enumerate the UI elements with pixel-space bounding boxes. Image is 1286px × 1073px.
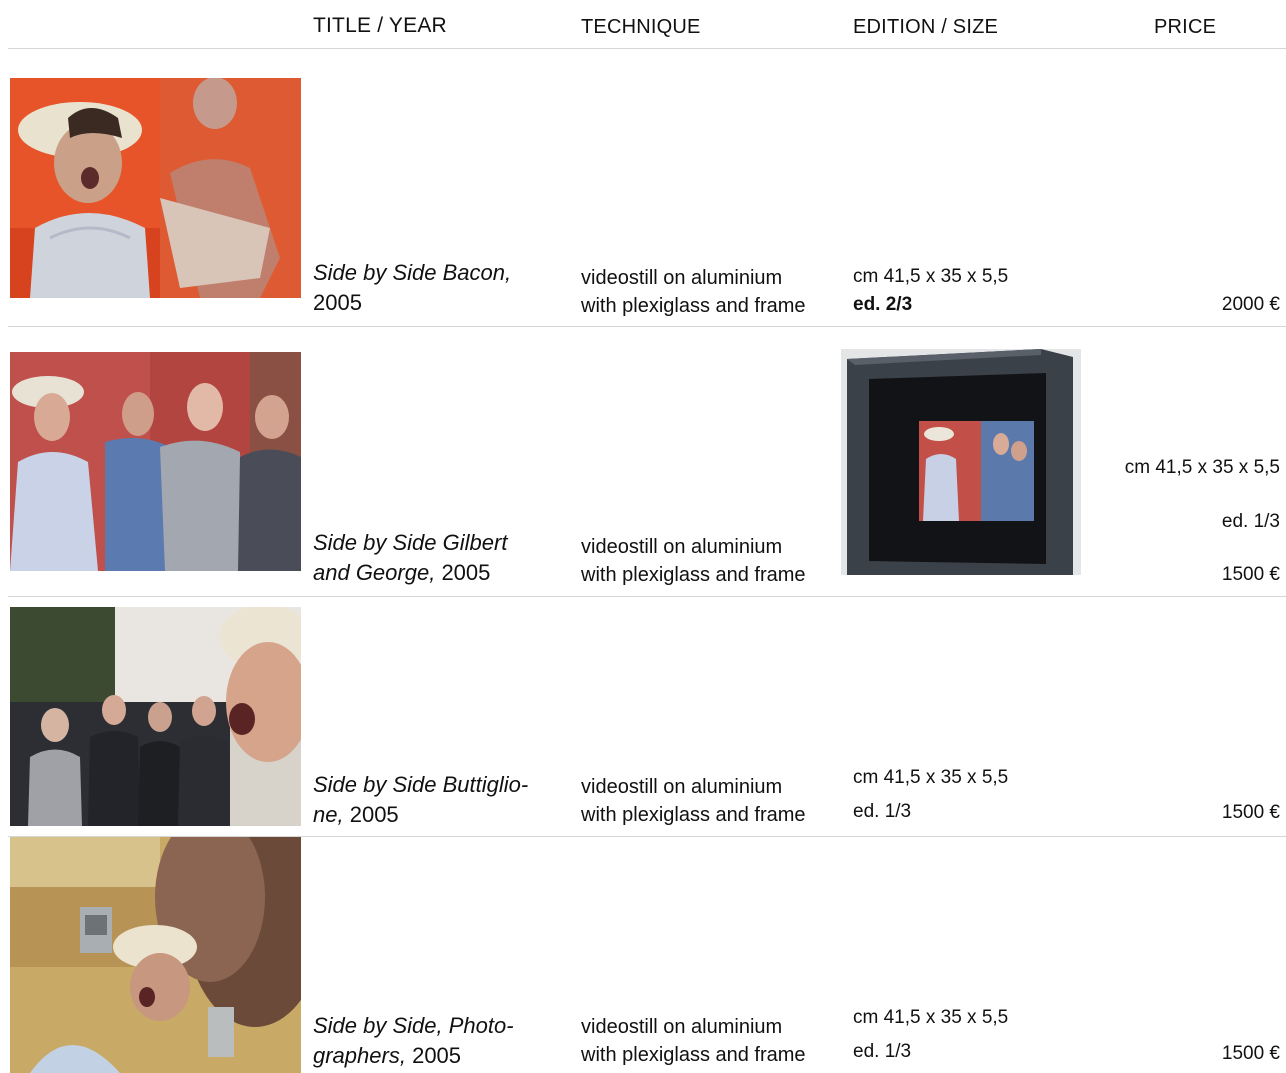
row-divider	[8, 596, 1286, 597]
header-edition-size: EDITION / SIZE	[853, 16, 999, 38]
artwork-title-photographers: Side by Side, Photo-graphers, 2005	[313, 1013, 514, 1068]
artwork-edition-gilbert-george: ed. 1/3	[1221, 511, 1280, 532]
artwork-price-photographers: 1500 €	[1221, 1043, 1280, 1064]
header-title-year: TITLE / YEAR	[313, 14, 447, 37]
artwork-edition-buttiglione: cm 41,5 x 35 x 5,5 ed. 1/3	[853, 764, 1008, 826]
artwork-price-buttiglione: 1500 €	[1221, 802, 1280, 823]
header-technique: TECHNIQUE	[581, 16, 701, 38]
artwork-edition-photographers: cm 41,5 x 35 x 5,5 ed. 1/3	[853, 1004, 1008, 1066]
header-divider	[8, 48, 1286, 49]
artwork-image-gilbert-george	[10, 352, 301, 571]
artwork-technique-bacon: videostill on aluminium with plexiglass a…	[581, 267, 806, 317]
artwork-price-bacon: 2000 €	[1221, 294, 1280, 315]
artwork-technique-gilbert-george: videostill on aluminium with plexiglass a…	[581, 536, 806, 586]
artwork-price-gilbert-george: 1500 €	[1221, 564, 1280, 585]
artwork-image-buttiglione	[10, 607, 301, 826]
artwork-title-gilbert-george: Side by Side Gilbert and George, 2005	[313, 530, 508, 585]
artwork-size: cm 41,5 x 35 x 5,5	[853, 767, 1009, 788]
artwork-size: cm 41,5 x 35 x 5,5	[853, 1007, 1009, 1028]
artwork-edition-number: ed. 1/3	[853, 801, 912, 822]
framed-artwork-photo	[841, 349, 1081, 575]
header-price: PRICE	[1154, 16, 1217, 38]
artwork-technique-photographers: videostill on aluminium with plexiglass a…	[581, 1016, 806, 1066]
artwork-technique-buttiglione: videostill on aluminium with plexiglass a…	[581, 776, 806, 826]
artwork-edition-number: ed. 2/3	[853, 294, 913, 315]
row-divider	[8, 326, 1286, 327]
artwork-image-bacon	[10, 78, 301, 298]
artwork-title-buttiglione: Side by Side Buttiglio-ne, 2005	[313, 772, 529, 827]
artwork-image-photographers	[10, 837, 301, 1073]
artwork-edition-bacon: cm 41,5 x 35 x 5,5 ed. 2/3	[853, 263, 1008, 319]
artwork-size-gilbert-george: cm 41,5 x 35 x 5,5	[1124, 457, 1280, 478]
artwork-edition-number: ed. 1/3	[853, 1041, 912, 1062]
artwork-size: cm 41,5 x 35 x 5,5	[853, 266, 1009, 287]
artwork-title-bacon: Side by Side Bacon, 2005	[313, 260, 512, 315]
